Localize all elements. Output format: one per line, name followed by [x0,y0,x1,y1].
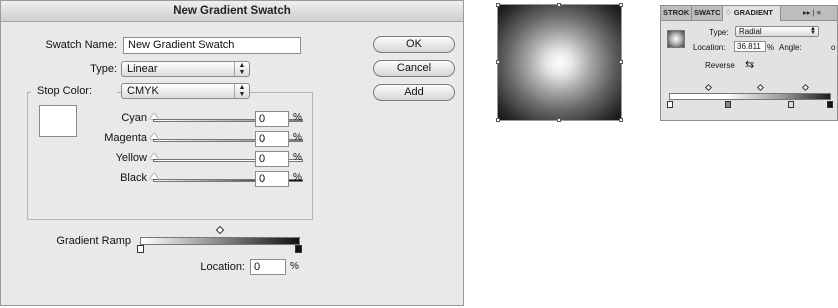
gradient-stop-icon[interactable] [667,101,673,108]
selection-handle[interactable] [619,3,623,7]
selection-handle[interactable] [496,118,500,122]
selection-handle[interactable] [619,60,623,64]
panel-menu-icon[interactable]: ▸▸ | ≡ [801,6,837,20]
panel-type-value: Radial [739,27,762,36]
slider-thumb-icon[interactable] [150,133,158,139]
gradient-stop-icon[interactable] [295,245,302,253]
cancel-button[interactable]: Cancel [373,60,455,77]
gradient-ramp[interactable] [140,237,300,245]
magenta-percent-unit: % [293,132,302,143]
slider-thumb-icon[interactable] [150,153,158,159]
midpoint-diamond-icon[interactable] [704,83,713,92]
yellow-value-field[interactable]: 0 [255,151,289,167]
type-label: Type: [90,63,117,75]
panel-location-field[interactable]: 36.811 [734,41,766,52]
gradient-panel: STROK SWATC ♢ GRADIENT ▸▸ | ≡ Type: Radi… [660,5,838,121]
slider-thumb-icon[interactable] [150,173,158,179]
selection-handle[interactable] [619,118,623,122]
gradient-stop-icon[interactable] [725,101,731,108]
magenta-value-field[interactable]: 0 [255,131,289,147]
stop-color-popup[interactable]: CMYK ▲ ▼ [121,83,250,99]
panel-angle-value[interactable]: o [831,43,835,52]
panel-location-label: Location: [693,43,726,52]
tab-swatches[interactable]: SWATC [692,6,723,20]
panel-type-label: Type: [709,28,729,37]
new-gradient-swatch-dialog: New Gradient Swatch Swatch Name: New Gra… [0,0,464,306]
popup-arrows-icon: ▲ ▼ [234,84,249,98]
gradient-thumbnail[interactable] [667,30,685,48]
panel-tab-bar: STROK SWATC ♢ GRADIENT ▸▸ | ≡ [661,6,837,21]
cyan-label: Cyan [121,112,147,124]
midpoint-diamond-icon[interactable] [215,225,225,235]
selection-handle[interactable] [496,60,500,64]
black-percent-unit: % [293,172,302,183]
tab-gradient[interactable]: ♢ GRADIENT [723,6,781,21]
cyan-percent-unit: % [293,112,302,123]
magenta-label: Magenta [104,132,147,144]
dialog-title: New Gradient Swatch [1,1,463,22]
selection-handle[interactable] [557,118,561,122]
reverse-icon[interactable]: ⇆ [745,58,754,71]
ok-button[interactable]: OK [373,36,455,53]
swatch-name-label: Swatch Name: [45,39,117,51]
gradient-stop-icon[interactable] [788,101,794,108]
panel-location-unit: % [767,43,775,52]
panel-angle-label: Angle: [779,43,802,52]
yellow-percent-unit: % [293,152,302,163]
gradient-stop-icon[interactable] [827,101,833,108]
popup-arrows-icon: ▲ ▼ [810,26,816,36]
location-label: Location: [200,261,245,273]
midpoint-diamond-icon[interactable] [801,83,810,92]
add-button[interactable]: Add [373,84,455,101]
popup-arrows-icon: ▲ ▼ [234,62,249,76]
panel-type-popup[interactable]: Radial ▲ ▼ [735,26,819,37]
swatch-name-input[interactable]: New Gradient Swatch [123,37,301,54]
slider-thumb-icon[interactable] [150,113,158,119]
type-popup[interactable]: Linear ▲ ▼ [121,61,250,77]
selection-handle[interactable] [557,3,561,7]
yellow-label: Yellow [115,152,147,164]
cyan-value-field[interactable]: 0 [255,111,289,127]
radial-gradient-artwork[interactable] [497,4,622,121]
selection-handle[interactable] [496,3,500,7]
stop-color-label: Stop Color: [31,85,117,97]
tab-stroke[interactable]: STROK [661,6,692,20]
gradient-ramp-label: Gradient Ramp [56,235,131,247]
panel-gradient-ramp[interactable] [669,93,831,100]
black-label: Black [120,172,147,184]
stop-color-popup-value: CMYK [127,85,159,97]
type-popup-value: Linear [127,63,158,75]
midpoint-diamond-icon[interactable] [756,83,765,92]
gradient-stop-icon[interactable] [137,245,144,253]
panel-reverse-label: Reverse [705,61,735,70]
location-percent-unit: % [290,261,299,272]
black-value-field[interactable]: 0 [255,171,289,187]
location-field[interactable]: 0 [250,259,286,275]
